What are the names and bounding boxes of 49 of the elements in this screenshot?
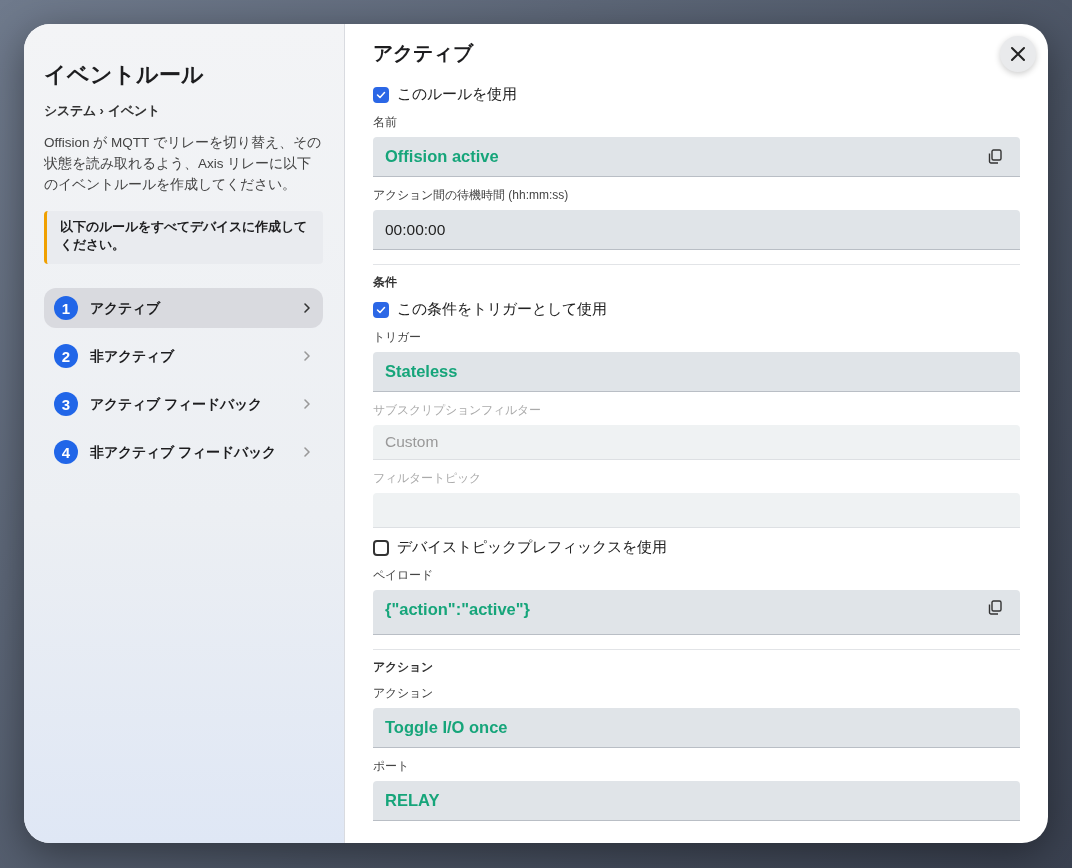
field-label: フィルタートピック [373,470,482,487]
field-label: アクション間の待機時間 (hh:mm:ss) [373,187,570,204]
field-label: サブスクリプションフィルター [373,402,542,419]
field-label: ポート [373,758,410,775]
input-field[interactable]: Stateless [373,352,1020,392]
chevron-icon [303,446,311,458]
input-field[interactable]: RELAY [373,781,1020,821]
checkbox-label: このルールを使用 [397,85,517,104]
section-heading: アクション [373,660,434,675]
step-label: アクティブ [90,299,162,318]
step-number: 2 [54,344,78,368]
step-number: 3 [54,392,78,416]
breadcrumb: システム › イベント [44,102,161,120]
panel-title: アクティブ [373,41,473,66]
input-field[interactable]: Offision active [373,137,1020,177]
description-text: Offision が MQTT でリレーを切り替え、その状態を読み取れるよう、Axis リレーに以下のイベントルールを作成してください。 [44,134,322,194]
checkbox[interactable] [373,86,389,103]
field-label: トリガー [373,329,422,346]
step-label: 非アクティブ [90,347,176,366]
chevron-icon [303,398,311,410]
checkbox[interactable] [373,301,389,318]
copy-icon [988,149,1002,164]
checkbox[interactable] [373,539,389,556]
close-icon [1010,46,1026,62]
chevron-icon [303,302,311,314]
sidebar-title: イベントルール [44,61,205,89]
step-number: 4 [54,440,78,464]
checkbox-label: デバイストピックプレフィックスを使用 [397,538,667,557]
field-label: 名前 [373,114,398,131]
field-label: ペイロード [373,567,434,584]
step-item[interactable]: 3 アクティブ フィードバック [44,384,323,424]
step-label: 非アクティブ フィードバック [90,443,277,462]
notice-box: 以下のルールをすべてデバイスに作成してください。 [44,211,323,264]
field-label: アクション [373,685,434,702]
input-field[interactable]: {"action":"active"} [373,590,1020,635]
input-field[interactable]: Toggle I/O once [373,708,1020,748]
step-number: 1 [54,296,78,320]
section-heading: 条件 [373,275,398,290]
copy-icon [988,600,1002,615]
step-item[interactable]: 4 非アクティブ フィードバック [44,432,323,472]
check-icon [376,305,386,314]
input-field[interactable]: 00:00:00 [373,210,1020,250]
step-label: アクティブ フィードバック [90,395,263,414]
step-item[interactable]: 2 非アクティブ [44,336,323,376]
chevron-icon [303,350,311,362]
close-button[interactable] [1000,36,1036,72]
step-item[interactable]: 1 アクティブ [44,288,323,328]
check-icon [376,90,386,99]
checkbox-label: この条件をトリガーとして使用 [397,300,607,319]
